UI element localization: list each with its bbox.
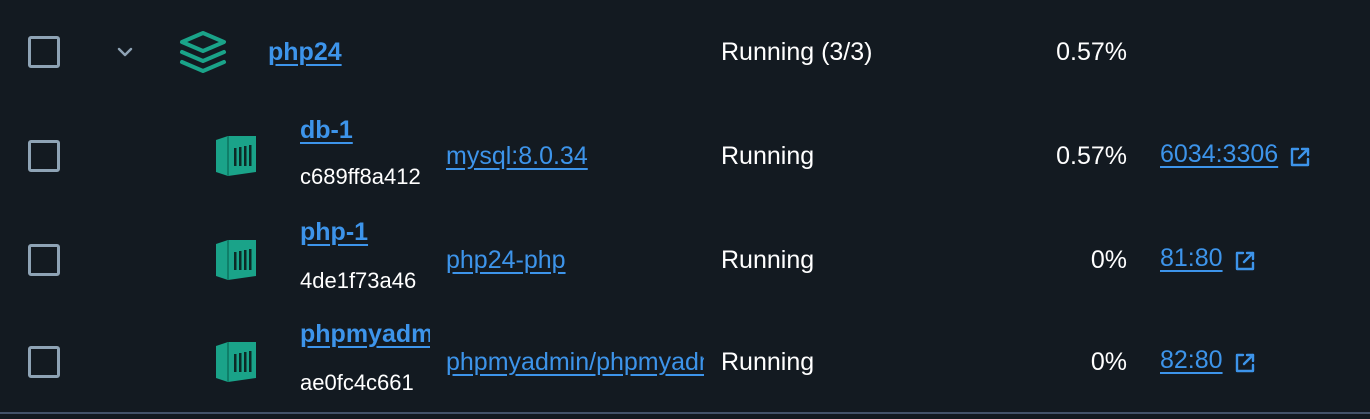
port-link[interactable]: 6034:3306 [1160, 140, 1312, 169]
table-bottom-border [0, 412, 1370, 414]
stack-checkbox[interactable] [28, 36, 60, 68]
container-cpu: 0% [1090, 348, 1127, 376]
external-link-icon[interactable] [1233, 351, 1257, 375]
container-icon [216, 240, 256, 280]
stack-status: Running (3/3) [721, 38, 873, 66]
container-status: Running [721, 142, 815, 170]
external-link-icon[interactable] [1288, 145, 1312, 169]
container-checkbox[interactable] [28, 244, 60, 276]
container-cpu: 0.57% [1056, 142, 1127, 170]
external-link-icon[interactable] [1233, 249, 1257, 273]
container-icon [216, 342, 256, 382]
container-cpu: 0% [1090, 246, 1127, 274]
container-row-php-1[interactable]: php-1 4de1f73a46 php24-php Running 0% 81… [0, 210, 1370, 310]
stack-name-link[interactable]: php24 [268, 38, 342, 67]
container-id: 4de1f73a46 [300, 268, 417, 293]
image-link[interactable]: phpmyadmin/phpmyadmin [446, 348, 704, 377]
containers-table: php24 Running (3/3) 0.57% db-1 c689ff8a4… [0, 0, 1370, 419]
chevron-down-icon[interactable] [114, 41, 136, 63]
container-id: ae0fc4c661 [300, 370, 414, 395]
layers-icon [180, 31, 226, 73]
container-checkbox[interactable] [28, 346, 60, 378]
port-text[interactable]: 6034:3306 [1160, 140, 1278, 169]
container-id: c689ff8a412 [300, 164, 421, 189]
container-row-phpmyadmin[interactable]: phpmyadmin ae0fc4c661 phpmyadmin/phpmyad… [0, 312, 1370, 412]
container-status: Running [721, 246, 815, 274]
port-link[interactable]: 81:80 [1160, 244, 1257, 273]
stack-cpu: 0.57% [1056, 38, 1127, 66]
image-link[interactable]: php24-php [446, 246, 704, 275]
container-name-link[interactable]: phpmyadmin [300, 320, 430, 349]
stack-row[interactable]: php24 Running (3/3) 0.57% [0, 2, 1370, 102]
container-name-link[interactable]: db-1 [300, 116, 353, 145]
port-link[interactable]: 82:80 [1160, 346, 1257, 375]
image-link[interactable]: mysql:8.0.34 [446, 142, 704, 171]
container-name-link[interactable]: php-1 [300, 218, 368, 247]
port-text[interactable]: 82:80 [1160, 346, 1223, 375]
container-icon [216, 136, 256, 176]
container-checkbox[interactable] [28, 140, 60, 172]
container-status: Running [721, 348, 815, 376]
port-text[interactable]: 81:80 [1160, 244, 1223, 273]
container-row-db-1[interactable]: db-1 c689ff8a412 mysql:8.0.34 Running 0.… [0, 106, 1370, 206]
